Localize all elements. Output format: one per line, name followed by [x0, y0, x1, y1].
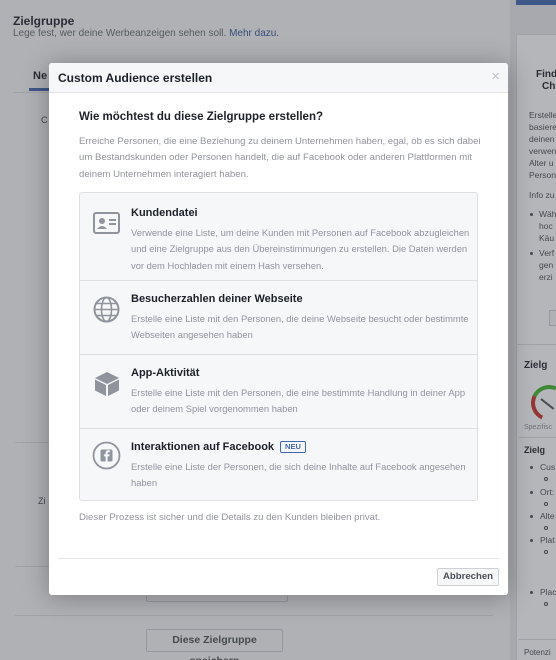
option-title: Kundendatei — [131, 207, 198, 219]
dialog-header: Custom Audience erstellen × — [49, 63, 508, 93]
option-description: Verwende eine Liste, um deine Kunden mit… — [131, 227, 470, 271]
cancel-button[interactable]: Abbrechen — [437, 568, 499, 586]
option-app-activity[interactable]: App-Aktivität Erstelle eine Liste mit de… — [80, 354, 477, 428]
option-title: Besucherzahlen deiner Webseite — [131, 293, 303, 305]
option-description: Erstelle eine Liste der Personen, die si… — [131, 461, 466, 489]
close-icon[interactable]: × — [491, 68, 500, 86]
option-website-visitors[interactable]: Besucherzahlen deiner Webseite Erstelle … — [80, 280, 477, 354]
footer-divider — [58, 558, 499, 559]
option-title: App-Aktivität — [131, 367, 200, 379]
privacy-note: Dieser Prozess ist sicher und die Detail… — [79, 512, 381, 523]
globe-icon — [92, 295, 121, 324]
audience-source-options: Kundendatei Verwende eine Liste, um dein… — [79, 192, 478, 501]
option-title: Interaktionen auf Facebook — [131, 441, 275, 453]
cube-icon — [92, 369, 121, 398]
option-facebook-engagement[interactable]: Interaktionen auf Facebook NEU Erstelle e… — [80, 428, 477, 500]
dialog-intro: Erreiche Personen, die eine Beziehung zu… — [79, 136, 481, 180]
option-description: Erstelle eine Liste mit den Personen, di… — [131, 313, 469, 341]
new-badge: NEU — [280, 441, 306, 453]
contact-card-icon — [92, 208, 121, 237]
facebook-icon — [92, 441, 121, 470]
option-title-row: Interaktionen auf Facebook NEU — [131, 441, 306, 453]
option-description: Erstelle eine Liste mit den Personen, di… — [131, 387, 466, 415]
custom-audience-dialog: Custom Audience erstellen × Wie möchtest… — [49, 63, 508, 595]
dialog-title: Custom Audience erstellen — [58, 71, 213, 85]
dialog-question: Wie möchtest du diese Zielgruppe erstell… — [79, 111, 324, 123]
option-customer-file[interactable]: Kundendatei Verwende eine Liste, um dein… — [80, 193, 477, 280]
